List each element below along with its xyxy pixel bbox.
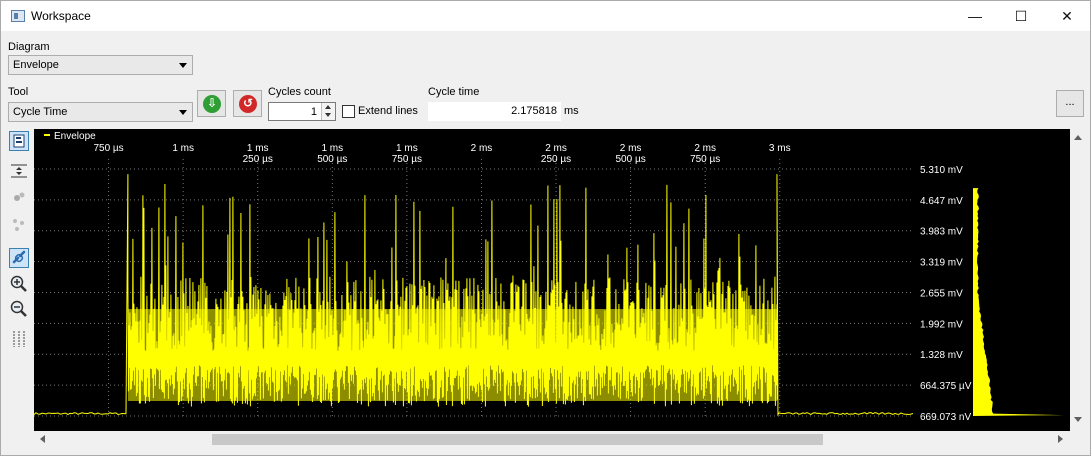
y-tick-label: 5.310 mV xyxy=(920,165,963,176)
diagram-select[interactable]: Envelope xyxy=(8,55,193,75)
x-tick-label: 1 ms xyxy=(321,143,343,154)
stepper-up-icon[interactable] xyxy=(325,105,331,109)
more-options-button[interactable]: ... xyxy=(1056,90,1084,117)
droplets-icon[interactable] xyxy=(9,187,29,207)
start-button[interactable]: ⇩ xyxy=(197,90,226,117)
y-tick-label: 1.328 mV xyxy=(920,350,963,361)
zoom-in-icon[interactable] xyxy=(9,274,29,294)
scroll-left-icon[interactable] xyxy=(40,435,45,443)
x-tick-label: 2 ms xyxy=(545,143,567,154)
x-tick-label: 2 ms xyxy=(620,143,642,154)
red-undo-icon: ↺ xyxy=(239,95,257,113)
x-tick-label: 1 ms xyxy=(172,143,194,154)
y-tick-label: 664.375 µV xyxy=(920,381,972,392)
chevron-down-icon xyxy=(179,63,187,68)
x-tick-label: 3 ms xyxy=(769,143,791,154)
workspace-window: Workspace — ☐ ✕ Diagram Envelope Tool Cy… xyxy=(0,0,1091,456)
x-tick-sublabel: 750 µs xyxy=(690,154,720,165)
maximize-button[interactable]: ☐ xyxy=(998,1,1044,31)
close-button[interactable]: ✕ xyxy=(1044,1,1090,31)
legend-label: Envelope xyxy=(54,131,96,142)
x-tick-label: 2 ms xyxy=(471,143,493,154)
cycle-time-field: 2.175818 xyxy=(428,102,561,121)
envelope-series-fill xyxy=(127,309,777,401)
x-tick-sublabel: 250 µs xyxy=(541,154,571,165)
scroll-thumb[interactable] xyxy=(212,434,823,445)
zoom-out-icon[interactable] xyxy=(9,299,29,319)
tool-label: Tool xyxy=(8,86,29,98)
x-tick-sublabel: 750 µs xyxy=(392,154,422,165)
x-tick-sublabel: 250 µs xyxy=(243,154,273,165)
green-down-arrow-icon: ⇩ xyxy=(203,95,221,113)
extend-lines-label: Extend lines xyxy=(358,105,418,117)
chart-canvas[interactable]: 750 µs 1 ms 1 ms250 µs1 ms500 µs1 ms750 µs… xyxy=(34,129,1070,431)
diagram-label: Diagram xyxy=(8,41,50,53)
tool-selected-value: Cycle Time xyxy=(13,106,68,118)
markers-icon[interactable] xyxy=(9,329,29,349)
x-tick-sublabel: 500 µs xyxy=(615,154,645,165)
x-tick-label: 1 ms xyxy=(247,143,269,154)
reset-button[interactable]: ↺ xyxy=(233,90,262,117)
cycle-time-label: Cycle time xyxy=(428,86,480,98)
y-tick-label: 3.319 mV xyxy=(920,258,963,269)
x-tick-label: 1 ms xyxy=(396,143,418,154)
y-tick-label: 669.073 nV xyxy=(920,412,971,423)
window-title: Workspace xyxy=(31,9,91,23)
y-tick-label: 2.655 mV xyxy=(920,289,963,300)
chevron-down-icon xyxy=(179,110,187,115)
scroll-up-icon[interactable] xyxy=(1074,135,1082,140)
cycle-time-value: 2.175818 xyxy=(511,105,557,117)
title-bar: Workspace — ☐ ✕ xyxy=(1,1,1090,31)
scroll-right-icon[interactable] xyxy=(1058,435,1063,443)
cursor-tool-icon[interactable] xyxy=(9,131,29,151)
diagram-selected-value: Envelope xyxy=(13,59,59,71)
scatter-icon[interactable] xyxy=(9,215,29,235)
cycle-time-unit: ms xyxy=(564,105,579,117)
tool-select[interactable]: Cycle Time xyxy=(8,102,193,122)
cycles-count-value: 1 xyxy=(310,106,317,118)
y-tick-label: 4.647 mV xyxy=(920,196,963,207)
x-tick-sublabel: 500 µs xyxy=(317,154,347,165)
scroll-down-icon[interactable] xyxy=(1074,417,1082,422)
extend-lines-checkbox[interactable] xyxy=(342,105,355,118)
app-window-icon xyxy=(11,10,25,22)
cycles-count-label: Cycles count xyxy=(268,86,331,98)
envelope-chart[interactable]: 750 µs 1 ms 1 ms 250 µs 1 ms 500 µs 1 ms 750 µs… xyxy=(34,129,1070,431)
horizontal-scrollbar[interactable] xyxy=(34,431,1070,448)
x-tick-label: 2 ms xyxy=(694,143,716,154)
x-tick-label: 750 µs xyxy=(93,143,123,154)
link-icon[interactable] xyxy=(9,248,29,268)
amplitude-histogram xyxy=(973,188,1064,416)
cycles-count-stepper[interactable]: 1 xyxy=(268,102,336,121)
y-tick-label: 3.983 mV xyxy=(920,227,963,238)
stepper-arrows[interactable] xyxy=(321,103,335,120)
stepper-down-icon[interactable] xyxy=(325,113,331,117)
vertical-scrollbar[interactable] xyxy=(1070,129,1087,431)
fit-vertical-icon[interactable] xyxy=(9,161,29,181)
y-tick-label: 1.992 mV xyxy=(920,319,963,330)
minimize-button[interactable]: — xyxy=(952,1,998,31)
